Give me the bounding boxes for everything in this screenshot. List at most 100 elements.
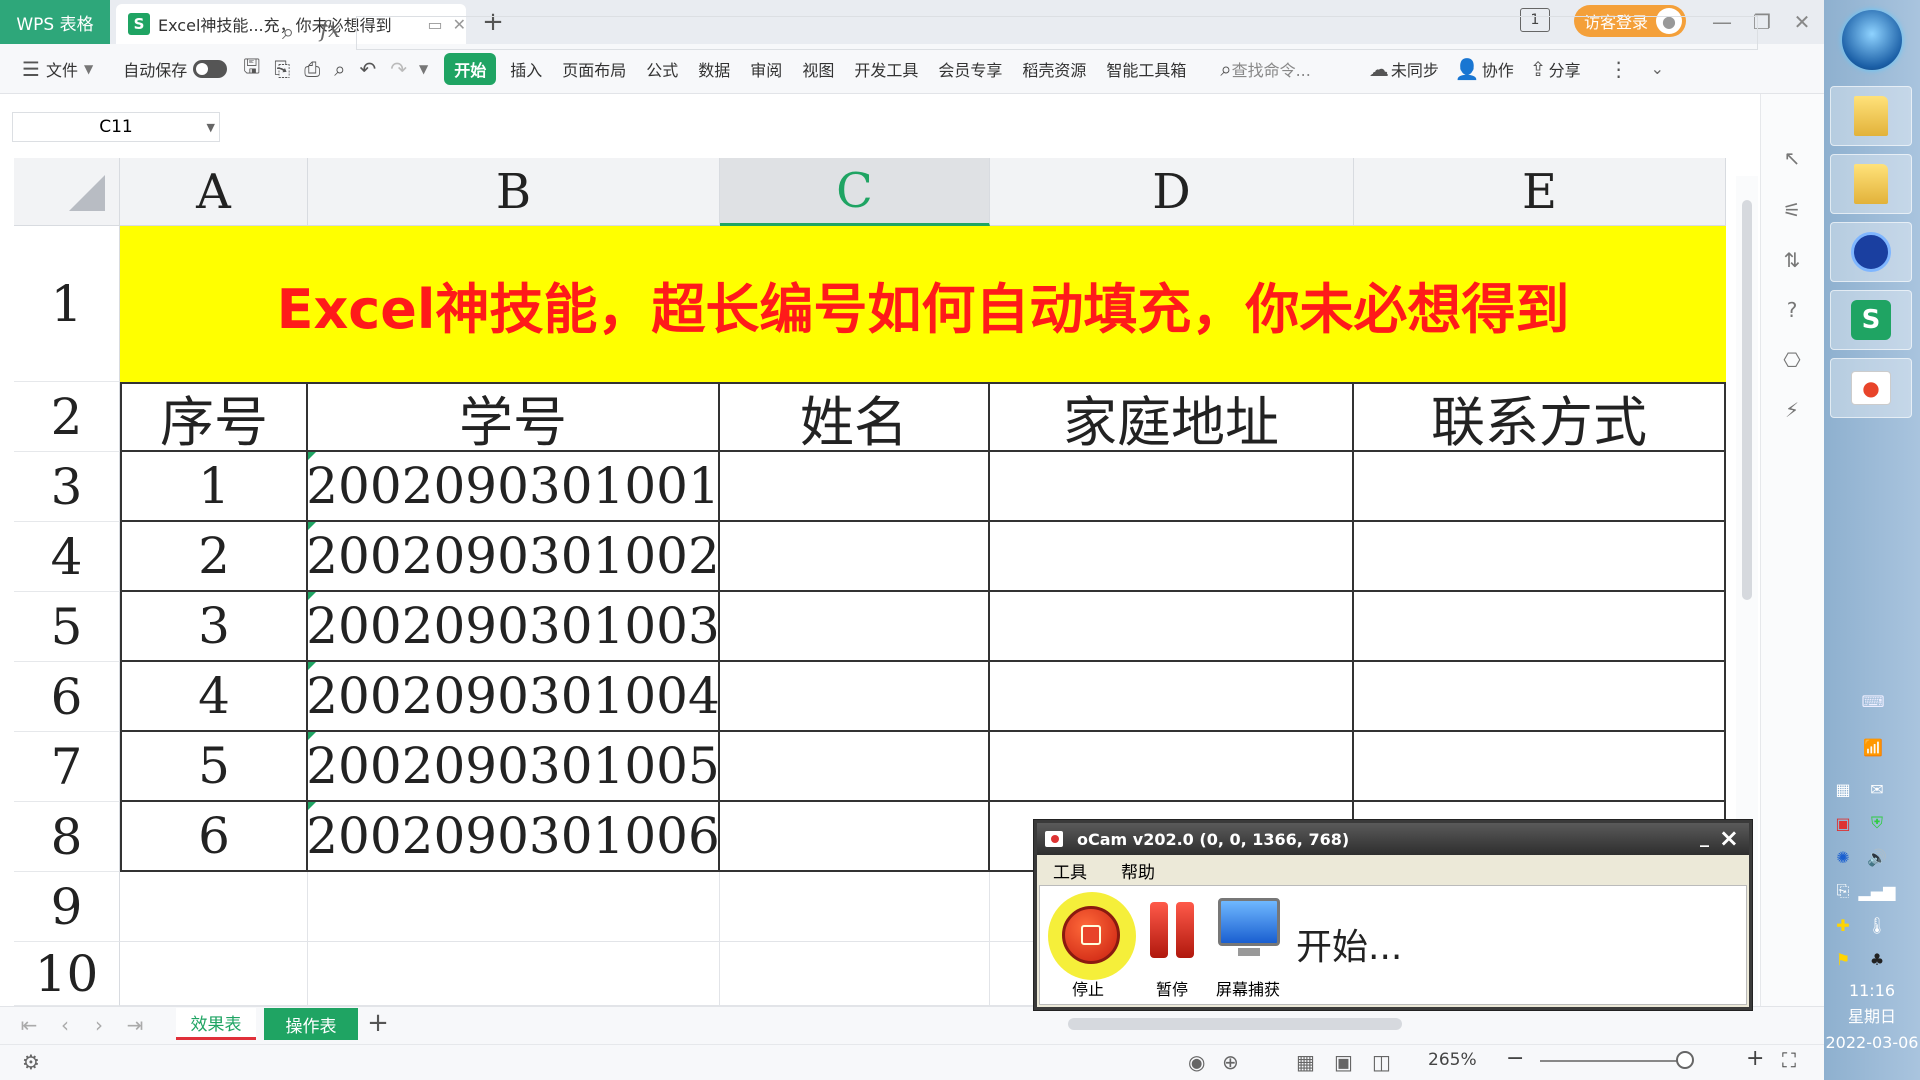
data-cell-contact[interactable] (1354, 732, 1726, 802)
sheet-tab-effect[interactable]: 效果表 (176, 1008, 256, 1040)
tray-chat-icon[interactable]: ✉ (1866, 778, 1888, 800)
data-cell-contact[interactable] (1354, 452, 1726, 522)
empty-cell[interactable] (720, 872, 990, 942)
data-cell-seq[interactable]: 3 (120, 592, 308, 662)
column-header-a[interactable]: A (120, 158, 308, 226)
tray-flag-icon[interactable]: ⚑ (1832, 948, 1854, 970)
share-button[interactable]: ⇪ 分享 (1530, 44, 1581, 94)
empty-cell[interactable] (308, 942, 720, 1006)
data-cell-address[interactable] (990, 662, 1354, 732)
data-cell-seq[interactable]: 2 (120, 522, 308, 592)
name-box[interactable]: C11 ▼ (12, 112, 220, 142)
data-cell-contact[interactable] (1354, 522, 1726, 592)
ocam-minimize-icon[interactable]: _ (1700, 827, 1709, 848)
file-menu[interactable]: ☰ 文件 ▼ (22, 44, 93, 94)
data-cell-contact[interactable] (1354, 592, 1726, 662)
function-icon[interactable]: fx (320, 18, 341, 43)
tray-copy-icon[interactable]: ⎘ (1832, 880, 1854, 902)
adjust-icon[interactable]: ⚟ (1778, 196, 1806, 224)
data-cell-seq[interactable]: 4 (120, 662, 308, 732)
menu-page-layout[interactable]: 页面布局 (562, 44, 626, 94)
menu-view[interactable]: 视图 (802, 44, 834, 94)
menu-smart-toolbox[interactable]: 智能工具箱 (1106, 44, 1186, 94)
ocam-menu-help[interactable]: 帮助 (1121, 858, 1155, 883)
menu-start[interactable]: 开始 (444, 52, 497, 85)
autosave-toggle[interactable]: 自动保存 (123, 44, 228, 94)
print-icon[interactable]: ⎙ (304, 44, 320, 94)
collaborate-button[interactable]: 👤 协作 (1455, 44, 1514, 94)
ocam-stop-button[interactable]: 停止 (1048, 890, 1136, 1000)
ocam-screen-capture-button[interactable]: 屏幕捕获 (1208, 890, 1288, 1000)
empty-cell[interactable] (308, 872, 720, 942)
data-cell-name[interactable] (720, 452, 990, 522)
data-cell-name[interactable] (720, 802, 990, 872)
data-cell-seq[interactable]: 5 (120, 732, 308, 802)
menu-developer[interactable]: 开发工具 (854, 44, 918, 94)
select-all-corner[interactable] (14, 158, 120, 226)
redo-icon[interactable]: ↷ (390, 44, 407, 94)
next-sheet-icon[interactable]: › (86, 1012, 112, 1038)
export-icon[interactable]: ⎘ (274, 44, 290, 94)
command-search[interactable]: ⌕ 查找命令... (1220, 44, 1310, 94)
normal-view-icon[interactable]: ▦ (1296, 1050, 1315, 1074)
ocam-close-icon[interactable]: × (1719, 824, 1739, 852)
page-layout-view-icon[interactable]: ▣ (1334, 1050, 1353, 1074)
add-sheet-button[interactable]: + (364, 1008, 392, 1038)
collapse-ribbon-icon[interactable]: ⌄ (1651, 44, 1664, 94)
qq-penguin-icon[interactable]: ♣ (1866, 948, 1888, 970)
row-header-10[interactable]: 10 (14, 942, 120, 1006)
zoom-level[interactable]: 265% (1428, 1050, 1477, 1070)
taskbar-wps-app[interactable]: S (1830, 290, 1912, 350)
data-cell-name[interactable] (720, 662, 990, 732)
taskbar-media-app[interactable] (1830, 222, 1912, 282)
first-sheet-icon[interactable]: ⇤ (16, 1012, 42, 1038)
data-cell-student-id[interactable]: 2002090301006 (308, 802, 720, 872)
menu-data[interactable]: 数据 (698, 44, 730, 94)
menu-formula[interactable]: 公式 (646, 44, 678, 94)
zoom-lens-icon[interactable]: ⌕ (282, 20, 294, 45)
row-header-3[interactable]: 3 (14, 452, 120, 522)
data-cell-student-id[interactable]: 2002090301001 (308, 452, 720, 522)
menu-insert[interactable]: 插入 (510, 44, 542, 94)
system-clock[interactable]: 11:16 星期日 2022-03-06 (1824, 978, 1920, 1056)
data-cell-name[interactable] (720, 732, 990, 802)
data-cell-address[interactable] (990, 732, 1354, 802)
data-cell-student-id[interactable]: 2002090301002 (308, 522, 720, 592)
more-options-icon[interactable]: ⋮ (1609, 44, 1629, 94)
menu-docer-resources[interactable]: 稻壳资源 (1022, 44, 1086, 94)
backup-icon[interactable]: ⎔ (1778, 346, 1806, 374)
taskbar-folder-app[interactable] (1830, 86, 1912, 146)
eye-protection-icon[interactable]: ◉ (1188, 1050, 1205, 1074)
data-cell-student-id[interactable]: 2002090301005 (308, 732, 720, 802)
row-header-5[interactable]: 5 (14, 592, 120, 662)
macro-icon[interactable]: ⚙ (22, 1050, 40, 1074)
column-header-b[interactable]: B (308, 158, 720, 226)
zoom-slider-track[interactable] (1540, 1060, 1690, 1062)
data-cell-address[interactable] (990, 522, 1354, 592)
close-window-icon[interactable]: ✕ (1786, 6, 1818, 38)
ocam-titlebar[interactable]: oCam v202.0 (0, 0, 1366, 768) _ × (1037, 823, 1749, 855)
zoom-out-icon[interactable]: − (1506, 1046, 1524, 1071)
zoom-in-icon[interactable]: + (1746, 1046, 1764, 1071)
thermometer-icon[interactable]: 🌡 (1866, 914, 1888, 936)
zoom-slider-knob[interactable] (1676, 1051, 1694, 1069)
empty-cell[interactable] (120, 942, 308, 1006)
quick-access-dropdown-icon[interactable]: ▼ (419, 44, 428, 94)
tray-plus-icon[interactable]: ✚ (1832, 914, 1854, 936)
row-header-9[interactable]: 9 (14, 872, 120, 942)
tray-reel-icon[interactable]: ✺ (1832, 846, 1854, 868)
sync-button[interactable]: ☁ 未同步 (1369, 44, 1439, 94)
row-header-4[interactable]: 4 (14, 522, 120, 592)
volume-icon[interactable]: 🔊 (1866, 846, 1888, 868)
data-cell-address[interactable] (990, 592, 1354, 662)
data-cell-name[interactable] (720, 522, 990, 592)
header-cell-address[interactable]: 家庭地址 (990, 382, 1354, 452)
sort-icon[interactable]: ⇅ (1778, 246, 1806, 274)
row-header-2[interactable]: 2 (14, 382, 120, 452)
sheet-tab-operation[interactable]: 操作表 (264, 1008, 358, 1040)
ocam-menu-tools[interactable]: 工具 (1053, 858, 1087, 883)
print-preview-icon[interactable]: ⌕ (334, 44, 345, 94)
data-cell-name[interactable] (720, 592, 990, 662)
row-header-1[interactable]: 1 (14, 226, 120, 382)
row-header-6[interactable]: 6 (14, 662, 120, 732)
